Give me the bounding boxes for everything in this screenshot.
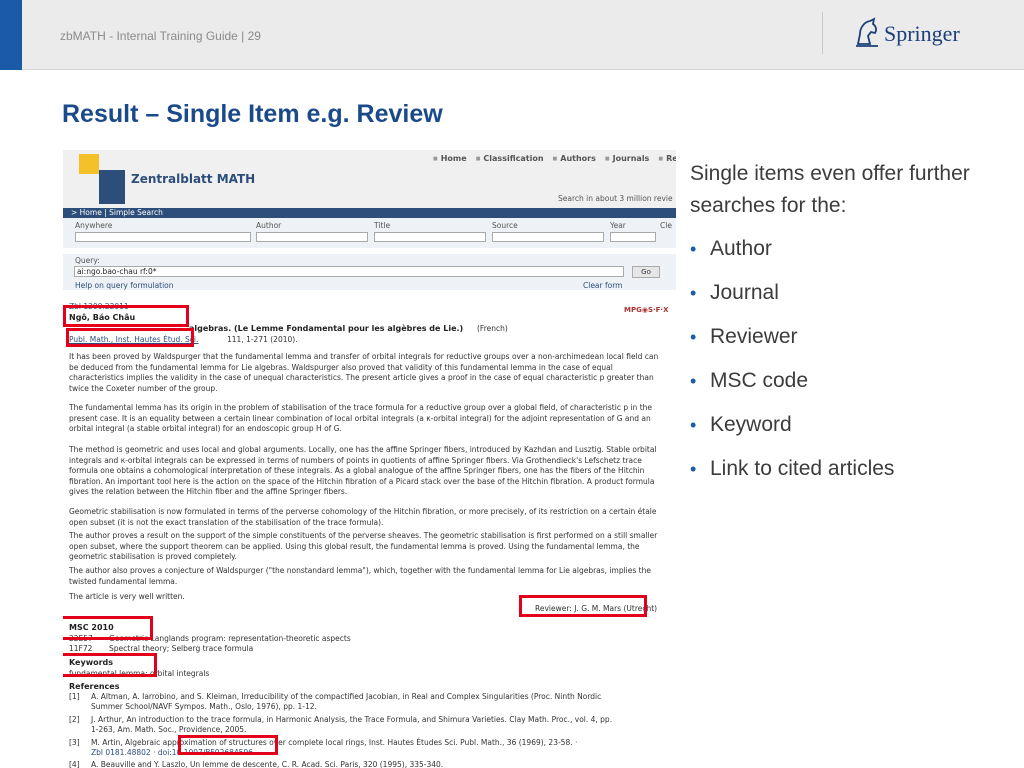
result-source-detail: 111, 1-271 (2010).: [227, 335, 298, 344]
ref-text-3: M. Artin, Algebraic approximation of str…: [91, 738, 578, 747]
source-input[interactable]: [492, 232, 604, 242]
feature-label: MSC code: [710, 369, 809, 392]
highlight-journal: [66, 328, 194, 347]
ref-num-3: [3]: [69, 738, 80, 747]
breadcrumb[interactable]: > Home | Simple Search: [63, 208, 676, 218]
title-label: Title: [374, 221, 391, 230]
zb-logo-text: Zentralblatt MATH: [131, 172, 256, 186]
ref-text-1: A. Altman, A. Iarrobino, and S. Kleiman,…: [91, 692, 602, 701]
feature-label: Author: [710, 237, 772, 260]
feature-item: • Journal: [690, 274, 894, 318]
feature-item: • Link to cited articles: [690, 450, 894, 494]
zb-nav-journals[interactable]: Journals: [605, 154, 650, 163]
review-paragraph-4: Geometric stabilisation is now formulate…: [69, 507, 657, 527]
bullet-icon: •: [690, 415, 697, 435]
review-paragraph-5: The author proves a result on the suppor…: [69, 531, 658, 562]
feature-list: • Author • Journal • Reviewer • MSC code • Ke…: [690, 230, 894, 494]
springer-logo: Springer: [852, 16, 1002, 52]
year-field[interactable]: Year: [610, 221, 656, 242]
review-paragraph-3: The method is geometric and uses local a…: [69, 445, 657, 497]
clear-field[interactable]: Cle: [660, 221, 676, 230]
zbmath-screenshot: Zentralblatt MATH Home Classification Au…: [63, 150, 676, 768]
feature-item: • Keyword: [690, 406, 894, 450]
author-field[interactable]: Author: [256, 221, 368, 242]
ref-num-4: [4]: [69, 760, 80, 768]
zb-nav: Home Classification Authors Journals Re: [433, 154, 676, 163]
zb-nav-home[interactable]: Home: [433, 154, 467, 163]
source-field[interactable]: Source: [492, 221, 604, 242]
zb-query-panel: Query: ai:ngo.bao-chau rf:0* Go Help on …: [63, 254, 676, 290]
anywhere-input[interactable]: [75, 232, 251, 242]
review-paragraph-6: The author also proves a conjecture of W…: [69, 566, 651, 586]
query-input[interactable]: ai:ngo.bao-chau rf:0*: [74, 266, 624, 277]
zb-nav-reviewers[interactable]: Re: [658, 154, 676, 163]
highlight-keywords: [63, 653, 157, 677]
help-link[interactable]: Help on query formulation: [75, 281, 174, 290]
zb-header: Zentralblatt MATH Home Classification Au…: [63, 150, 676, 208]
bullet-icon: •: [690, 283, 697, 303]
year-label: Year: [610, 221, 626, 230]
ref-text-4: A. Beauville and Y. Laszlo, Un lemme de …: [91, 760, 444, 768]
ref-num-2: [2]: [69, 715, 80, 724]
mpg-sfx-link[interactable]: MPG◉S·F·X: [624, 306, 669, 314]
header-accent-bar: [0, 0, 22, 70]
source-label: Source: [492, 221, 518, 230]
springer-wordmark: Springer: [884, 21, 960, 46]
feature-item: • Reviewer: [690, 318, 894, 362]
feature-item: • MSC code: [690, 362, 894, 406]
zb-nav-classification[interactable]: Classification: [476, 154, 543, 163]
bullet-icon: •: [690, 459, 697, 479]
header-divider: [822, 12, 823, 54]
springer-horse-icon: [856, 17, 878, 47]
ref-num-1: [1]: [69, 692, 80, 701]
feature-label: Journal: [710, 281, 779, 304]
title-field[interactable]: Title: [374, 221, 486, 242]
feature-label: Keyword: [710, 413, 792, 436]
feature-label: Reviewer: [710, 325, 798, 348]
review-paragraph-2: The fundamental lemma has its origin in …: [69, 403, 653, 434]
ref-text-2b: 1-263, Am. Math. Soc., Providence, 2005.: [91, 725, 247, 734]
result-language: (French): [477, 324, 508, 333]
slide-title: Result – Single Item e.g. Review: [62, 100, 443, 128]
ref-text-1b: Summer School/NAVF Sympos. Math., Oslo, …: [91, 702, 317, 711]
references-heading: References: [69, 682, 120, 691]
clear-form-link[interactable]: Clear form: [583, 281, 623, 290]
feature-label: Link to cited articles: [710, 457, 895, 480]
result-title: algebras. (Le Lemme Fondamental pour les…: [189, 324, 464, 333]
author-label: Author: [256, 221, 282, 230]
bullet-icon: •: [690, 327, 697, 347]
slide-header: zbMATH - Internal Training Guide | 29 Sp…: [0, 0, 1024, 70]
highlight-cited-link: [178, 735, 278, 755]
zb-search-info: Search in about 3 million revie: [558, 194, 673, 203]
bullet-icon: •: [690, 371, 697, 391]
zb-search-fields: Anywhere Author Title Source Year Cle: [63, 218, 676, 248]
zb-logo-mark: [79, 154, 99, 174]
clear-label: Cle: [660, 221, 672, 230]
go-button[interactable]: Go: [632, 266, 660, 278]
ref-text-2: J. Arthur, An introduction to the trace …: [91, 715, 613, 724]
review-paragraph-1: It has been proved by Waldspurger that t…: [69, 352, 659, 393]
guide-title: zbMATH - Internal Training Guide | 29: [60, 29, 261, 43]
feature-item: • Author: [690, 230, 894, 274]
highlight-msc: [63, 616, 153, 640]
zb-nav-authors[interactable]: Authors: [553, 154, 596, 163]
zb-logo-mark-blue: [99, 170, 125, 204]
msc-code-2[interactable]: 11F72: [69, 644, 92, 653]
bullet-icon: •: [690, 239, 697, 259]
highlight-reviewer: [519, 595, 647, 617]
msc-label-2: Spectral theory; Selberg trace formula: [109, 644, 254, 653]
anywhere-field[interactable]: Anywhere: [75, 221, 251, 242]
year-input[interactable]: [610, 232, 656, 242]
side-intro: Single items even offer further searches…: [690, 162, 970, 217]
anywhere-label: Anywhere: [75, 221, 113, 230]
query-label: Query:: [75, 256, 100, 265]
author-input[interactable]: [256, 232, 368, 242]
highlight-author: [63, 305, 189, 327]
title-input[interactable]: [374, 232, 486, 242]
